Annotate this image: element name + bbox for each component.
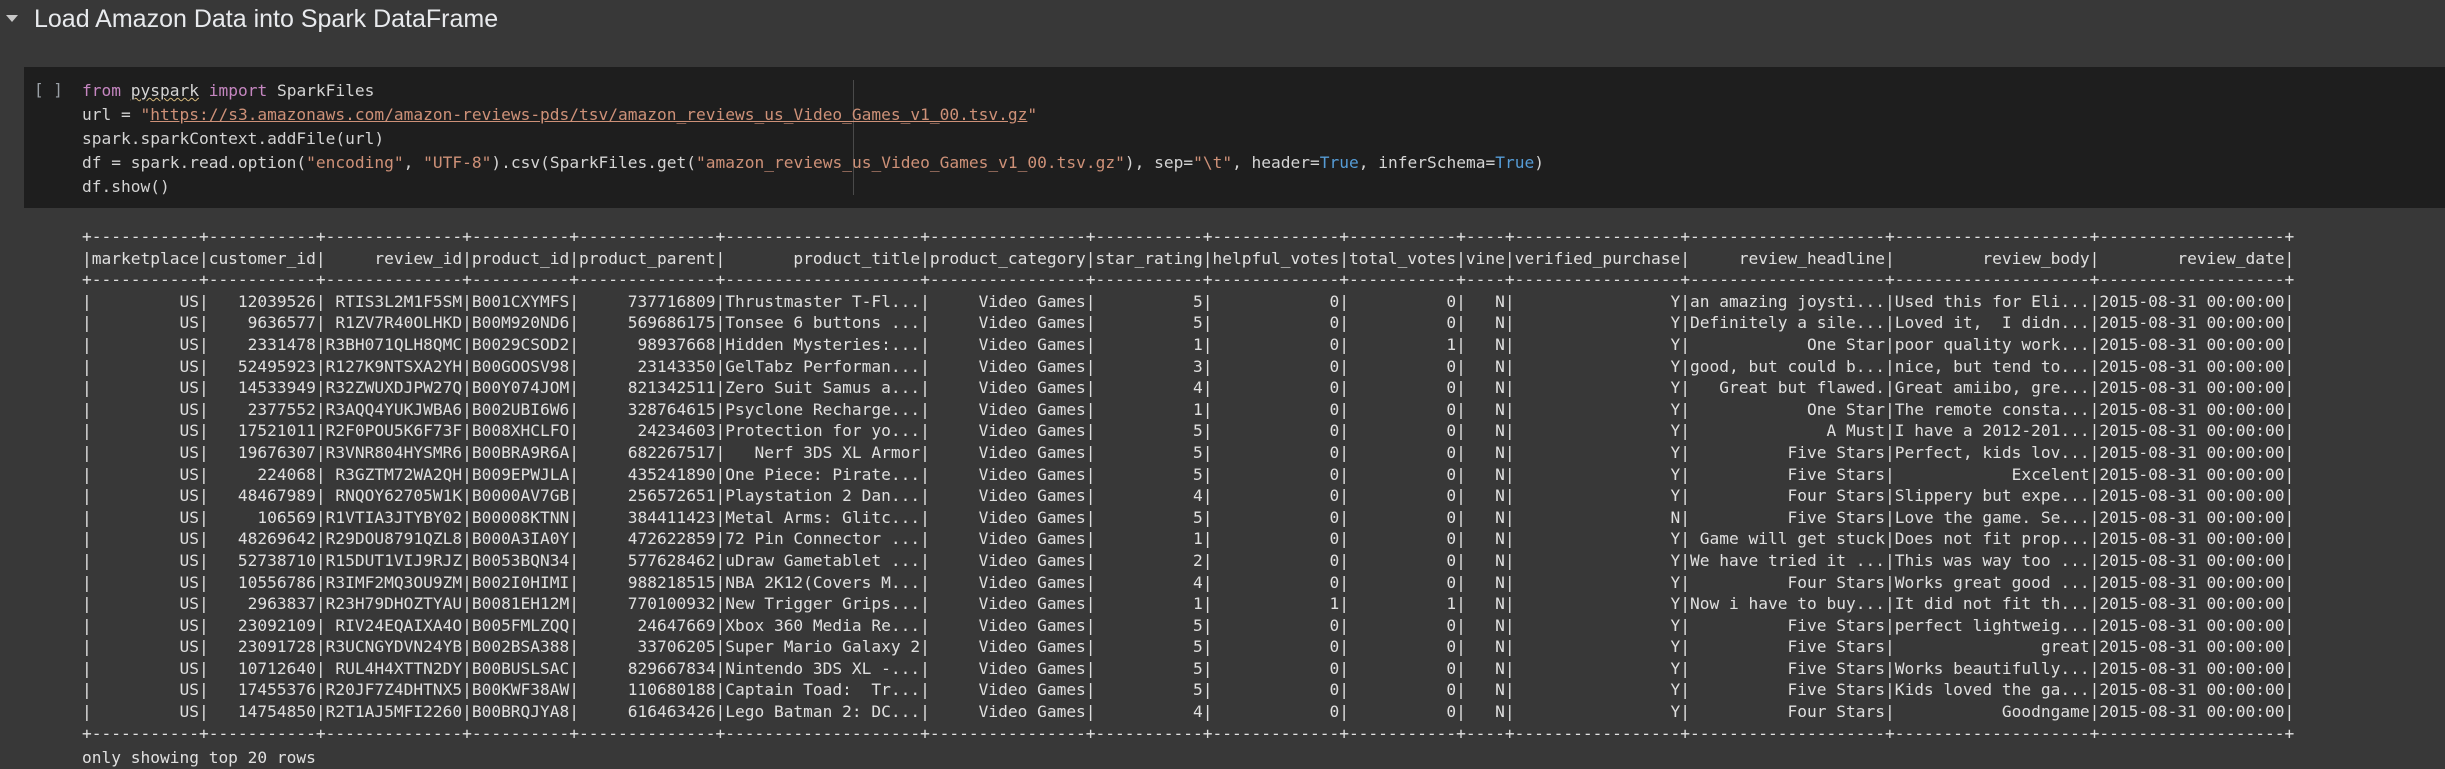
table-row: | US| 2331478|R3BH071QLH8QMC|B0029CSOD2|…: [82, 334, 2295, 354]
table-row: | US| 10556786|R3IMF2MQ3OU9ZM|B002I0HIMI…: [82, 572, 2295, 592]
code-text: ), sep=: [1124, 153, 1194, 172]
table-row: | US| 52495923|R127K9NTSXA2YH|B00GOOSV98…: [82, 356, 2295, 376]
url-link[interactable]: https://s3.amazonaws.com/amazon-reviews-…: [150, 105, 1027, 124]
cell-output: +-----------+-----------+--------------+…: [82, 226, 2294, 769]
section-collapse-toggle[interactable]: [0, 4, 24, 34]
table-row: | US| 14754850|R2T1AJ5MFI2260|B00BRQJYA8…: [82, 702, 2295, 722]
string-literal: "\t": [1193, 153, 1233, 172]
table-row: | US| 10712640| RUL4H4XTTN2DY|B00BUSLSAC…: [82, 658, 2295, 678]
table-row: | US| 2377552|R3AQQ4YUKJWBA6|B002UBI6W6|…: [82, 399, 2295, 419]
boolean-literal: True: [1495, 153, 1535, 172]
code-line-2: url = "https://s3.amazonaws.com/amazon-r…: [82, 103, 1544, 127]
section-header: Load Amazon Data into Spark DataFrame: [0, 0, 498, 38]
code-text: url =: [82, 105, 141, 124]
table-row: | US| 48467989| RNQOY62705W1K|B0000AV7GB…: [82, 486, 2295, 506]
string-literal: "amazon_reviews_us_Video_Games_v1_00.tsv…: [696, 153, 1125, 172]
import-name: SparkFiles: [276, 81, 375, 100]
table-row: | US| 2963837|R23H79DHOZTYAU|B0081EH12M|…: [82, 594, 2295, 614]
table-row: | US| 17455376|R20JF7Z4DHTNX5|B00KWF38AW…: [82, 680, 2295, 700]
table-row: | US| 23092109| RIV24EQAIXA4O|B005FMLZQQ…: [82, 615, 2295, 635]
module-name: pyspark: [130, 81, 199, 100]
table-row: | US| 106569|R1VTIA3JTYBY02|B00008KTNN| …: [82, 507, 2295, 527]
boolean-literal: True: [1319, 153, 1359, 172]
code-text: df = spark.read.option(: [82, 153, 307, 172]
table-row: | US| 14533949|R32ZWUXDJPW27Q|B00Y074JOM…: [82, 378, 2295, 398]
caret-down-icon: [6, 15, 18, 22]
table-row: | US| 48269642|R29DOU8791QZL8|B000A3IA0Y…: [82, 529, 2295, 549]
code-cell[interactable]: [ ] from pyspark import SparkFiles url = …: [24, 67, 2445, 208]
string-quote: ": [1027, 105, 1038, 124]
table-row: | US| 23091728|R3UCNGYDVN24YB|B002BSA388…: [82, 637, 2295, 657]
code-text: , header=: [1232, 153, 1320, 172]
keyword-import: import: [208, 81, 268, 100]
table-row: | US| 9636577| R1ZV7R40OLHKD|B00M920ND6|…: [82, 313, 2295, 333]
code-text: , inferSchema=: [1358, 153, 1496, 172]
string-literal: "encoding": [306, 153, 404, 172]
table-border-row: +-----------+-----------+--------------+…: [82, 227, 2295, 246]
code-text: ).csv(SparkFiles.get(: [491, 153, 697, 172]
table-row: | US| 19676307|R3VNR804HYSMR6|B00BRA9R6A…: [82, 442, 2295, 462]
run-cell-button[interactable]: [ ]: [34, 80, 63, 99]
table-row: | US| 12039526| RTIS3L2M1F5SM|B001CXYMFS…: [82, 291, 2295, 311]
code-line-5: df.show(): [82, 177, 170, 196]
table-border-row: +-----------+-----------+--------------+…: [82, 270, 2295, 290]
table-row: | US| 52738710|R15DUT1VIJ9RJZ|B0053BQN34…: [82, 550, 2295, 570]
code-line-4: df = spark.read.option("encoding", "UTF-…: [82, 151, 1544, 175]
code-line-1: from pyspark import SparkFiles: [82, 79, 1544, 103]
code-text: ,: [403, 153, 424, 172]
code-text: ): [1534, 153, 1544, 172]
table-border-row: +-----------+-----------+--------------+…: [82, 723, 2295, 743]
code-line-3: spark.sparkContext.addFile(url): [82, 129, 385, 148]
table-row: | US| 17521011|R2F0POU5K6F73F|B008XHCLFO…: [82, 421, 2295, 441]
keyword-from: from: [82, 81, 121, 100]
table-row: | US| 224068| R3GZTM72WA2QH|B009EPWJLA| …: [82, 464, 2295, 484]
table-header-row: |marketplace|customer_id| review_id|prod…: [82, 248, 2295, 268]
code-editor[interactable]: from pyspark import SparkFiles url = "htt…: [82, 79, 1544, 199]
section-title: Load Amazon Data into Spark DataFrame: [34, 4, 499, 33]
string-quote: ": [140, 105, 151, 124]
string-literal: "UTF-8": [423, 153, 492, 172]
